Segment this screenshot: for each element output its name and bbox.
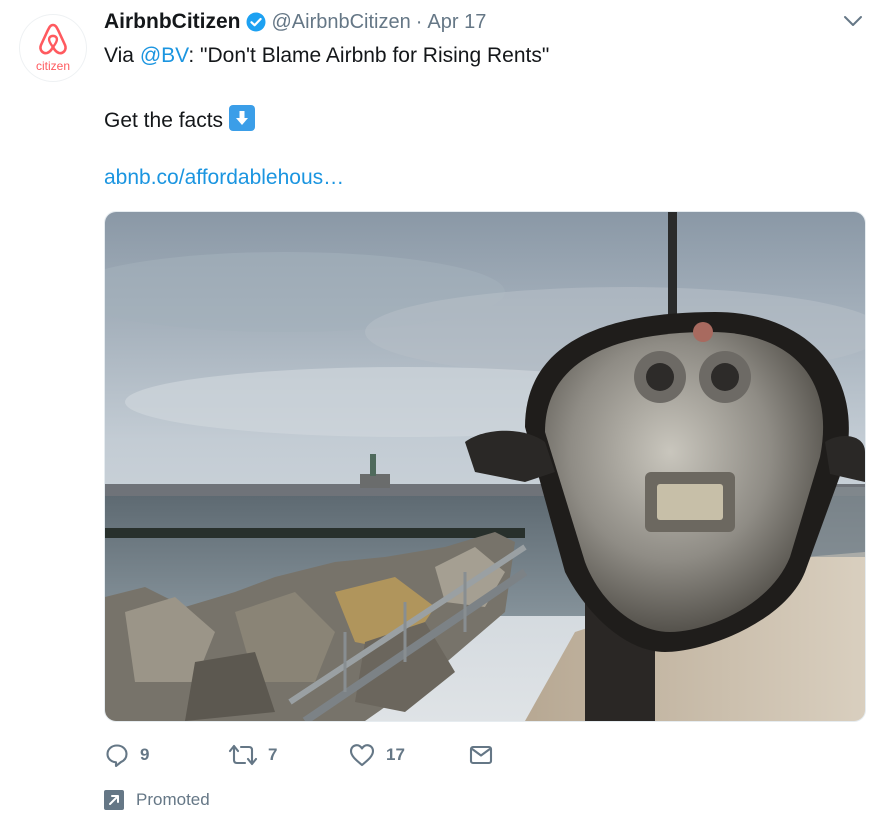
like-count: 17 [386, 745, 405, 764]
like-button[interactable]: 17 [348, 738, 405, 772]
retweet-count: 7 [268, 745, 278, 764]
direct-message-button[interactable] [468, 738, 494, 772]
mention-link[interactable]: @BV [140, 44, 189, 67]
down-arrow-emoji-icon [229, 105, 256, 131]
reply-icon [106, 744, 128, 768]
reply-button[interactable]: 9 [104, 738, 149, 772]
tweet-text-line-1: Via @BV: "Don't Blame Airbnb for Rising … [104, 44, 549, 68]
photo-binocular-viewer-statue-of-liberty [105, 212, 865, 721]
avatar[interactable]: citizen [19, 14, 87, 82]
like-heart-icon [349, 744, 375, 767]
promoted-indicator: Promoted [104, 786, 210, 814]
direct-message-icon [469, 745, 493, 765]
retweet-icon [228, 744, 258, 766]
tweet-text-get-facts: Get the facts [104, 109, 224, 132]
user-handle[interactable]: @AirbnbCitizen [272, 11, 411, 34]
retweet-button[interactable]: 7 [228, 738, 277, 772]
promoted-arrow-icon [104, 790, 124, 810]
avatar-label: citizen [35, 59, 70, 73]
tweet-link-line: abnb.co/affordablehous… [104, 166, 344, 190]
promoted-label: Promoted [136, 790, 210, 809]
tweet-text-quote: : "Don't Blame Airbnb for Rising Rents" [188, 44, 550, 67]
airbnb-logo-icon [39, 23, 67, 55]
tweet-header: AirbnbCitizen @AirbnbCitizen · Apr 17 [104, 8, 486, 36]
tweet-text-line-2: Get the facts [104, 105, 256, 133]
separator-dot: · [415, 10, 423, 33]
verified-badge-icon [246, 12, 266, 32]
display-name[interactable]: AirbnbCitizen [104, 10, 241, 34]
tweet-date[interactable]: Apr 17 [427, 11, 486, 34]
shortened-link[interactable]: abnb.co/affordablehous… [104, 166, 344, 189]
tweet-photo[interactable] [104, 211, 866, 722]
tweet-text-prefix: Via [104, 44, 140, 67]
chevron-down-icon[interactable] [843, 14, 863, 28]
reply-count: 9 [140, 745, 150, 764]
